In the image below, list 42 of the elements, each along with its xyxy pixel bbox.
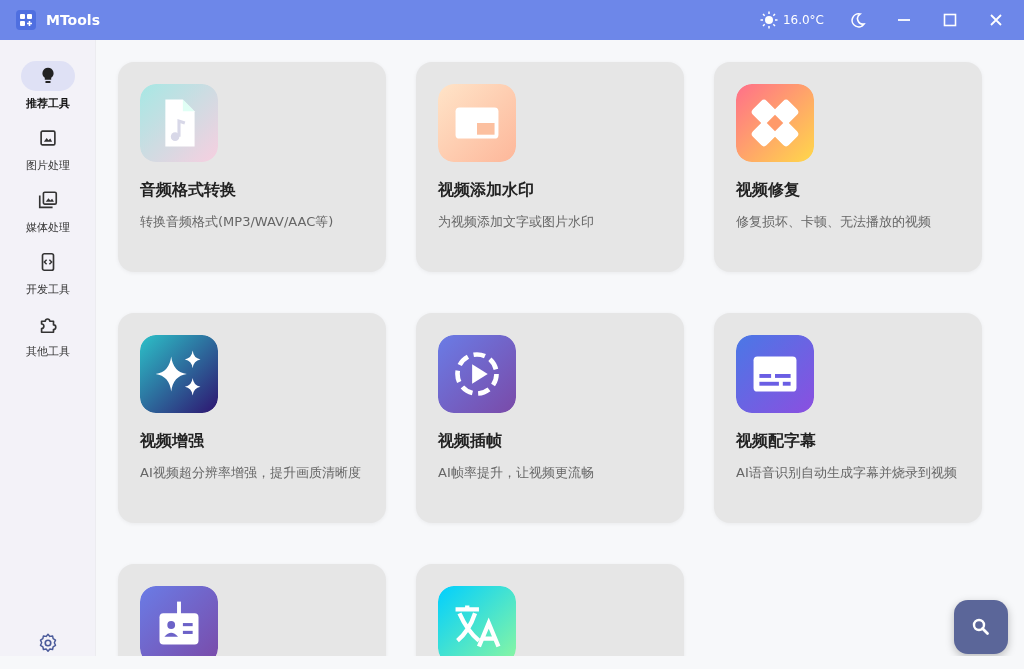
tool-title: 视频插帧 [438, 431, 503, 452]
translate-tool-icon [438, 586, 516, 656]
tool-card[interactable]: 视频插帧 AI帧率提升，让视频更流畅 [416, 313, 684, 523]
tool-title: 视频配字幕 [736, 431, 817, 452]
temperature: 16.0°C [782, 13, 824, 27]
tool-card[interactable]: 视频添加水印 为视频添加文字或图片水印 [416, 62, 684, 272]
tool-card[interactable]: 视频配字幕 AI语音识别自动生成字幕并烧录到视频 [714, 313, 982, 523]
interpolate-tool-icon [438, 335, 516, 413]
sun-icon [759, 11, 778, 29]
sidebar-label[interactable]: 推荐工具 [25, 96, 70, 111]
tool-description: AI视频超分辨率增强，提升画质清晰度 [140, 464, 362, 482]
search-icon [971, 617, 991, 637]
sidebar-item[interactable] [20, 61, 75, 91]
tool-card[interactable]: 音频格式转换 转换音频格式(MP3/WAV/AAC等) [118, 62, 386, 272]
search-button[interactable] [954, 600, 1008, 654]
moon-icon [850, 12, 866, 28]
sidebar-label[interactable]: 图片处理 [25, 158, 70, 173]
grid-logo-icon [16, 10, 36, 30]
close-icon [989, 13, 1003, 27]
app-title: MTools [46, 12, 101, 28]
subtitle-tool-icon [736, 335, 814, 413]
tool-description: 修复损坏、卡顿、无法播放的视频 [736, 213, 932, 231]
tool-description: AI语音识别自动生成字幕并烧录到视频 [736, 464, 958, 482]
repair-tool-icon [736, 84, 814, 162]
sidebar-label[interactable]: 开发工具 [25, 282, 70, 297]
media-icon [36, 189, 59, 211]
sidebar-label[interactable]: 其他工具 [25, 344, 70, 359]
tool-description: AI帧率提升，让视频更流畅 [438, 464, 595, 482]
tool-title: 视频修复 [736, 180, 801, 201]
maximize-icon [943, 13, 957, 27]
audio-tool-icon [140, 84, 218, 162]
tool-title: 视频添加水印 [438, 180, 535, 201]
tool-card[interactable]: 视频增强 AI视频超分辨率增强，提升画质清晰度 [118, 313, 386, 523]
badge-tool-icon [140, 586, 218, 656]
tool-title: 视频增强 [140, 431, 205, 452]
tool-card[interactable]: 视频修复 修复损坏、卡顿、无法播放的视频 [714, 62, 982, 272]
enhance-tool-icon [140, 335, 218, 413]
sidebar-label[interactable]: 媒体处理 [25, 220, 70, 235]
tool-title: 音频格式转换 [140, 180, 237, 201]
tool-description: 为视频添加文字或图片水印 [438, 213, 595, 231]
watermark-tool-icon [438, 84, 516, 162]
tool-description: 转换音频格式(MP3/WAV/AAC等) [140, 213, 335, 231]
